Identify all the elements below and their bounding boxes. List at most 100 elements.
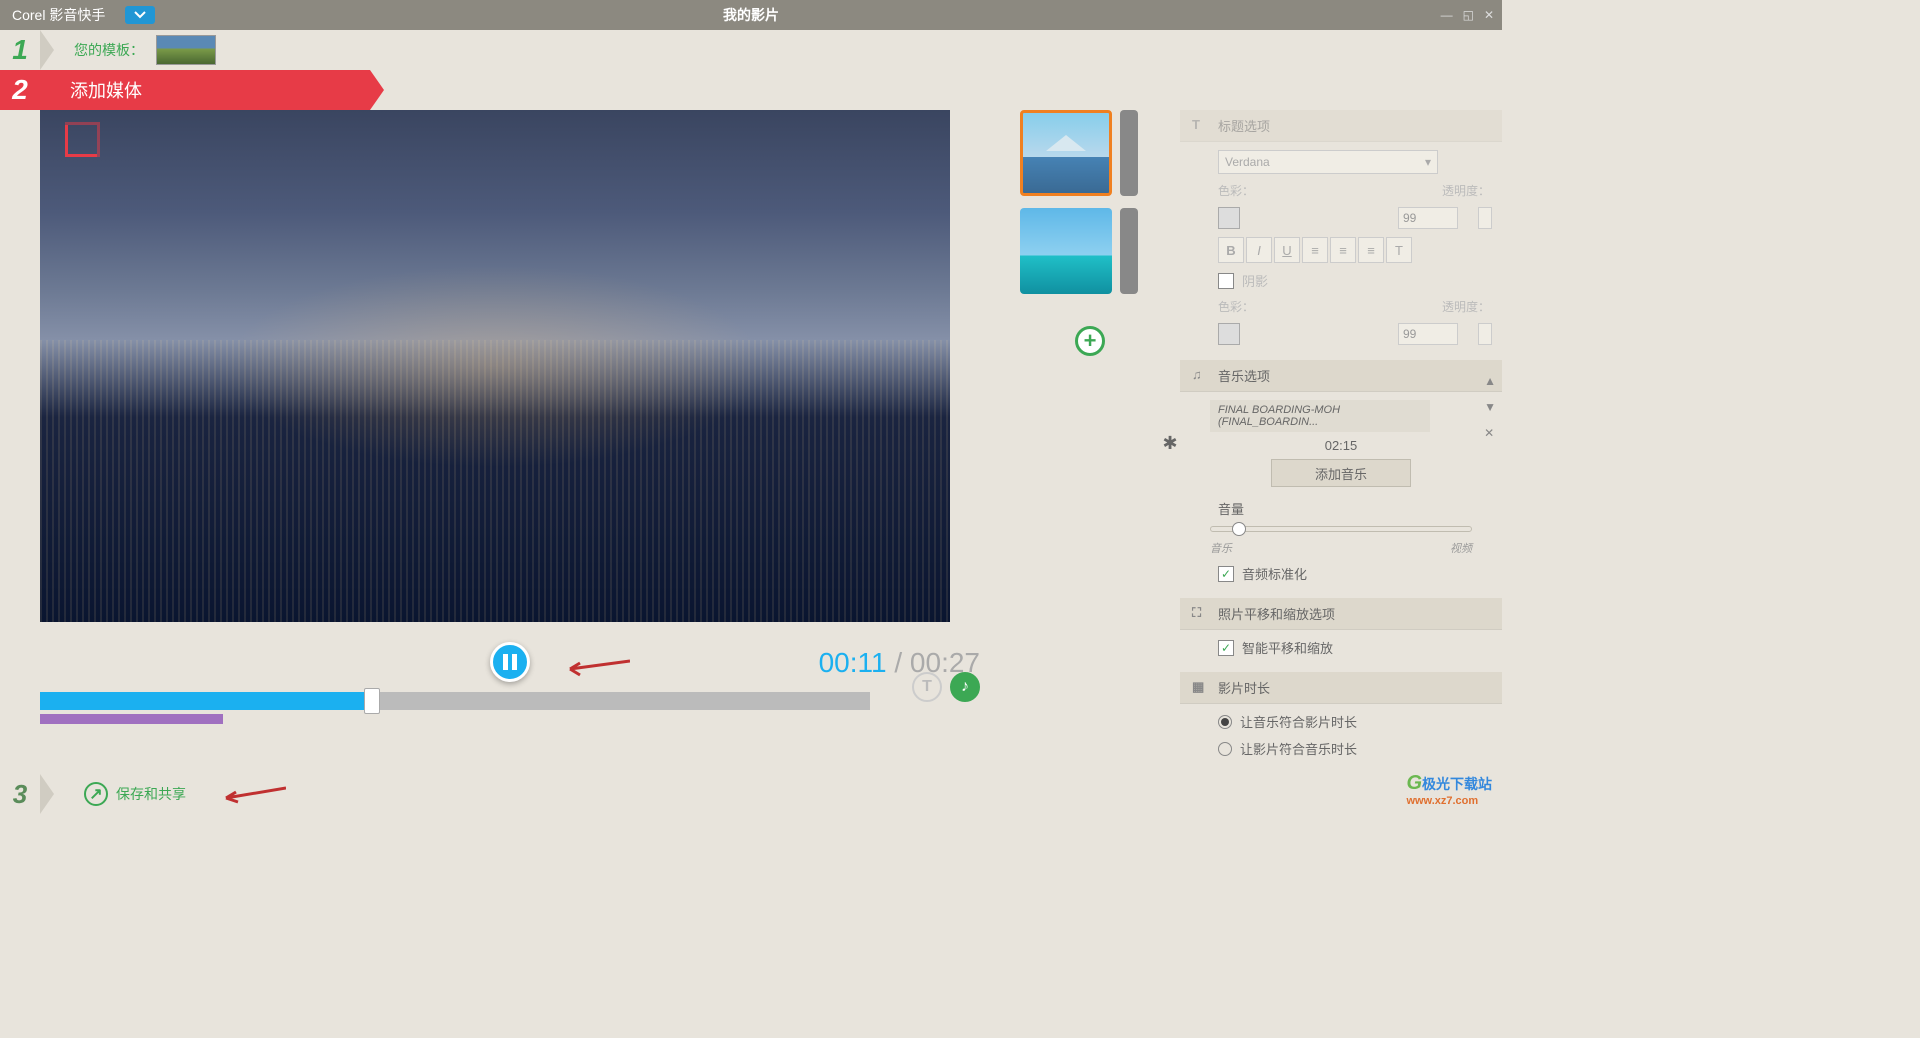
align-right-button[interactable]: ≡ — [1358, 237, 1384, 263]
chevron-down-icon: ▾ — [1425, 155, 1431, 169]
color-swatch[interactable] — [1218, 207, 1240, 229]
panzoom-icon: ⛶ — [1192, 605, 1210, 623]
properties-panel: T 标题选项 Verdana ▾ 色彩： 透明度： B I U — [1180, 110, 1502, 776]
normalize-checkbox[interactable]: ✓ — [1218, 566, 1234, 582]
template-thumbnail[interactable] — [156, 35, 216, 65]
shadow-label: 阴影 — [1242, 271, 1268, 290]
annotation-arrow-icon — [560, 657, 630, 677]
app-name: Corel 影音快手 — [0, 5, 105, 25]
pause-icon — [503, 654, 517, 670]
align-right-icon: ≡ — [1367, 243, 1375, 258]
music-options-section: ♫ 音乐选项 FINAL BOARDING-MOH (FINAL_BOARDIN… — [1190, 360, 1492, 583]
music-track-bar[interactable] — [40, 714, 870, 724]
move-down-button[interactable]: ▼ — [1484, 400, 1496, 414]
text-style-icon: T — [1395, 243, 1403, 258]
duration-section: ▦ 影片时长 让音乐符合影片时长 让影片符合音乐时长 — [1190, 672, 1492, 758]
bold-button[interactable]: B — [1218, 237, 1244, 263]
content-logo-icon — [65, 125, 97, 157]
smart-panzoom-label: 智能平移和缩放 — [1242, 638, 1333, 657]
panel-separator: ✱ — [1160, 110, 1180, 776]
fit-music-label: 让音乐符合影片时长 — [1240, 712, 1357, 731]
volume-slider[interactable] — [1210, 526, 1472, 532]
volume-music-label: 音乐 — [1210, 540, 1232, 556]
fit-music-radio[interactable] — [1218, 715, 1232, 729]
share-icon: ↗ — [84, 782, 108, 806]
text-icon: T — [922, 678, 932, 696]
text-icon: T — [1192, 117, 1210, 135]
fit-video-label: 让影片符合音乐时长 — [1240, 739, 1357, 758]
minimize-button[interactable]: — — [1441, 8, 1453, 22]
panzoom-section: ⛶ 照片平移和缩放选项 ✓ 智能平移和缩放 — [1190, 598, 1492, 657]
app-menu-dropdown[interactable] — [125, 6, 155, 24]
settings-gear-icon[interactable]: ✱ — [1162, 433, 1177, 454]
step-1-template[interactable]: 1 您的模板： — [0, 30, 1502, 70]
step-label: 保存和共享 — [116, 784, 186, 804]
playback-controls: 00:11 / 00:27 — [40, 642, 980, 692]
watermark: G极光下载站 www.xz7.com — [1406, 772, 1492, 807]
align-center-button[interactable]: ≡ — [1330, 237, 1356, 263]
spinner[interactable] — [1478, 323, 1492, 345]
opacity-label: 透明度： — [1442, 298, 1492, 315]
step-label: 您的模板： — [74, 40, 144, 60]
add-music-button[interactable]: 添加音乐 — [1271, 459, 1411, 487]
pause-button[interactable] — [490, 642, 530, 682]
media-thumbnails: + — [1020, 110, 1160, 776]
color-label: 色彩： — [1218, 182, 1268, 199]
section-header: 音乐选项 — [1218, 366, 1270, 385]
opacity-input[interactable] — [1398, 207, 1458, 229]
step-2-add-media[interactable]: 2 添加媒体 — [0, 70, 370, 110]
film-icon: ▦ — [1192, 679, 1210, 697]
opacity-label: 透明度： — [1442, 182, 1492, 199]
step-number: 2 — [0, 74, 40, 106]
timeline-handle[interactable] — [364, 688, 380, 714]
volume-label: 音量 — [1190, 499, 1492, 518]
arrow-icon — [40, 774, 54, 814]
move-up-button[interactable]: ▲ — [1484, 374, 1496, 388]
step-number: 1 — [0, 34, 40, 66]
preview-column: 00:11 / 00:27 T ♪ — [0, 110, 1020, 776]
plus-icon: + — [1084, 328, 1097, 354]
chevron-down-icon — [134, 11, 146, 19]
add-media-button[interactable]: + — [1075, 326, 1105, 356]
smart-panzoom-checkbox[interactable]: ✓ — [1218, 640, 1234, 656]
music-track-button[interactable]: ♪ — [950, 672, 980, 702]
media-thumbnail[interactable] — [1120, 110, 1138, 196]
title-options-section: T 标题选项 Verdana ▾ 色彩： 透明度： B I U — [1190, 110, 1492, 345]
media-thumbnail[interactable] — [1020, 110, 1112, 196]
spinner[interactable] — [1478, 207, 1492, 229]
align-center-icon: ≡ — [1339, 243, 1347, 258]
maximize-button[interactable]: ◱ — [1463, 8, 1474, 22]
text-style-button[interactable]: T — [1386, 237, 1412, 263]
document-title: 我的影片 — [723, 5, 779, 25]
music-track-name[interactable]: FINAL BOARDING-MOH (FINAL_BOARDIN... — [1210, 400, 1430, 432]
remove-music-button[interactable]: ✕ — [1484, 426, 1496, 440]
section-header: 照片平移和缩放选项 — [1218, 604, 1335, 623]
video-preview[interactable] — [40, 110, 950, 622]
step-3-save-share[interactable]: 3 ↗ 保存和共享 — [0, 776, 1140, 812]
slider-handle[interactable] — [1232, 522, 1246, 536]
italic-button[interactable]: I — [1246, 237, 1272, 263]
music-duration: 02:15 — [1190, 438, 1492, 453]
title-bar: Corel 影音快手 我的影片 — ◱ ✕ — [0, 0, 1502, 30]
align-left-button[interactable]: ≡ — [1302, 237, 1328, 263]
volume-video-label: 视频 — [1450, 540, 1472, 556]
annotation-arrow-icon — [216, 784, 286, 804]
section-header: 影片时长 — [1218, 678, 1270, 697]
time-current: 00:11 — [819, 647, 887, 678]
color-label: 色彩： — [1218, 298, 1268, 315]
media-thumbnail[interactable] — [1120, 208, 1138, 294]
step-number: 3 — [0, 779, 40, 810]
close-button[interactable]: ✕ — [1484, 8, 1494, 22]
color-swatch[interactable] — [1218, 323, 1240, 345]
underline-button[interactable]: U — [1274, 237, 1300, 263]
fit-video-radio[interactable] — [1218, 742, 1232, 756]
arrow-icon — [40, 30, 54, 70]
timeline-scrubber[interactable] — [40, 692, 870, 710]
shadow-checkbox[interactable] — [1218, 273, 1234, 289]
normalize-label: 音频标准化 — [1242, 564, 1307, 583]
media-thumbnail[interactable] — [1020, 208, 1112, 294]
title-track-button[interactable]: T — [912, 672, 942, 702]
font-select[interactable]: Verdana ▾ — [1218, 150, 1438, 174]
opacity-input[interactable] — [1398, 323, 1458, 345]
music-icon: ♫ — [1192, 367, 1210, 385]
